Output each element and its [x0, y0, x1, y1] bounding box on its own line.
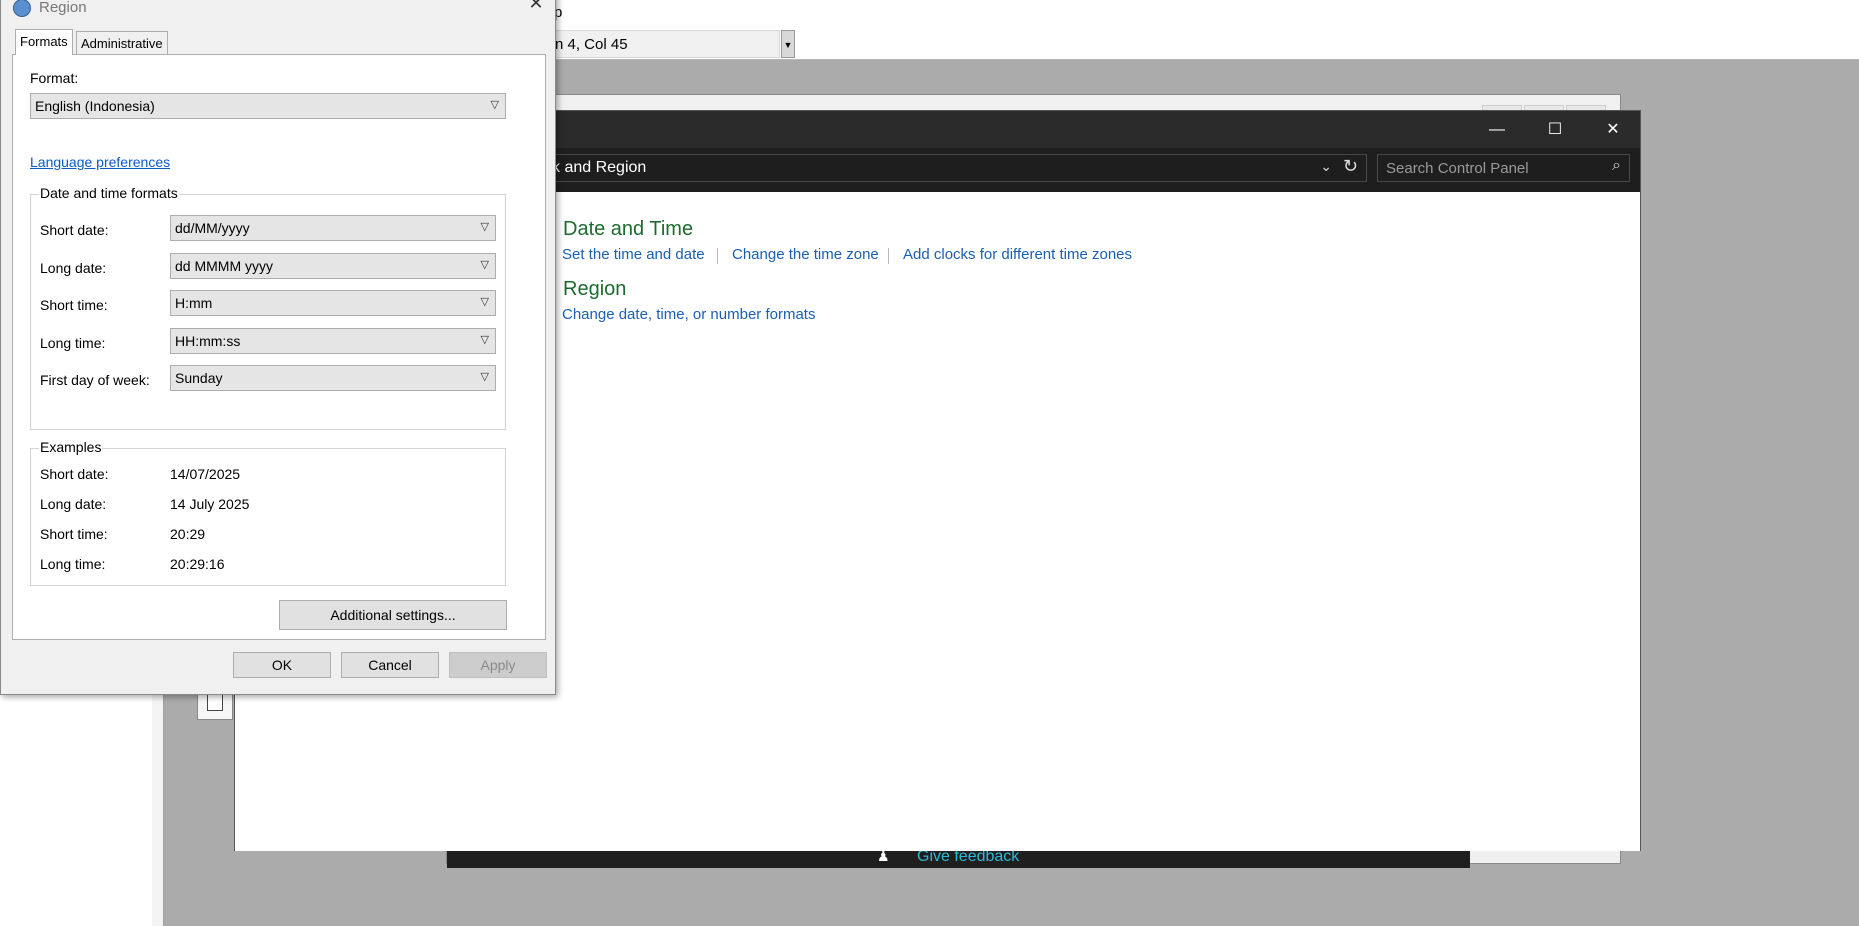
link-separator	[717, 248, 718, 264]
formats-panel: Format: English (Indonesia) ▽ Language p…	[12, 54, 546, 640]
dialog-title: Region	[39, 0, 87, 16]
example-long-date-label: Long date:	[40, 496, 107, 512]
example-long-time-label: Long time:	[40, 556, 106, 572]
region-dialog: Region ✕ Formats Administrative Format: …	[0, 0, 556, 695]
chevron-down-icon[interactable]: ⌄	[1320, 158, 1332, 175]
chevron-down-icon: ▽	[480, 259, 489, 271]
example-short-date-value: 14/07/2025	[170, 466, 241, 482]
example-long-date-value: 14 July 2025	[170, 496, 250, 512]
close-icon[interactable]: ✕	[1584, 111, 1642, 148]
long-time-label: Long time:	[40, 335, 106, 351]
example-short-time-label: Short time:	[40, 526, 108, 542]
search-input[interactable]	[1386, 158, 1596, 178]
change-formats-link[interactable]: Change date, time, or number formats	[562, 306, 815, 323]
chevron-down-icon: ▽	[480, 221, 489, 233]
short-time-label: Short time:	[40, 297, 108, 313]
address-text: ck and Region	[544, 159, 647, 176]
short-date-value: dd/MM/yyyy	[175, 220, 250, 236]
long-date-value: dd MMMM yyyy	[175, 258, 273, 274]
minimize-icon[interactable]: —	[1468, 111, 1526, 148]
link-separator	[888, 248, 889, 264]
chevron-down-icon: ▽	[490, 99, 499, 111]
status-dropdown-arrow-icon[interactable]: ▼	[781, 30, 795, 58]
short-time-select[interactable]: H:mm ▽	[170, 290, 496, 316]
date-and-time-heading[interactable]: Date and Time	[563, 218, 693, 241]
editor-status-position: n 4, Col 45	[540, 30, 780, 58]
language-preferences-link[interactable]: Language preferences	[30, 154, 170, 170]
short-date-select[interactable]: dd/MM/yyyy ▽	[170, 215, 496, 241]
tab-formats[interactable]: Formats	[15, 29, 73, 55]
format-value: English (Indonesia)	[35, 98, 155, 114]
refresh-icon[interactable]: ↻	[1343, 156, 1358, 177]
long-date-select[interactable]: dd MMMM yyyy ▽	[170, 253, 496, 279]
chevron-down-icon: ▽	[480, 371, 489, 383]
example-long-time-value: 20:29:16	[170, 556, 225, 572]
example-short-date-label: Short date:	[40, 466, 109, 482]
chevron-down-icon: ▽	[480, 296, 489, 308]
address-breadcrumb[interactable]: ck and Region ⌄ ↻	[543, 154, 1367, 182]
first-day-of-week-select[interactable]: Sunday ▽	[170, 365, 496, 391]
first-day-of-week-label: First day of week:	[40, 372, 150, 388]
group-title: Examples	[39, 439, 103, 455]
short-date-label: Short date:	[40, 222, 109, 238]
short-time-value: H:mm	[175, 295, 213, 311]
change-time-zone-link[interactable]: Change the time zone	[732, 246, 879, 263]
long-time-value: HH:mm:ss	[175, 333, 241, 349]
ok-button[interactable]: OK	[233, 652, 331, 678]
format-label: Format:	[30, 70, 79, 86]
first-day-of-week-value: Sunday	[175, 370, 223, 386]
format-select[interactable]: English (Indonesia) ▽	[30, 93, 506, 119]
examples-group: Examples Short date: 14/07/2025 Long dat…	[30, 439, 506, 586]
close-icon[interactable]: ✕	[521, 0, 551, 15]
tab-administrative[interactable]: Administrative	[76, 31, 168, 55]
maximize-icon[interactable]: ☐	[1526, 111, 1584, 148]
date-time-formats-group: Date and time formats Short date: dd/MM/…	[30, 185, 506, 430]
additional-settings-button[interactable]: Additional settings...	[279, 600, 507, 630]
set-time-and-date-link[interactable]: Set the time and date	[562, 246, 705, 263]
long-date-label: Long date:	[40, 260, 107, 276]
group-title: Date and time formats	[39, 185, 179, 201]
region-globe-icon	[13, 0, 31, 17]
region-heading[interactable]: Region	[563, 278, 626, 301]
cancel-button[interactable]: Cancel	[341, 652, 439, 678]
chevron-down-icon: ▽	[480, 334, 489, 346]
search-box[interactable]: ⌕	[1377, 154, 1630, 182]
add-clocks-link[interactable]: Add clocks for different time zones	[903, 246, 1132, 263]
apply-button[interactable]: Apply	[449, 652, 547, 678]
search-icon[interactable]: ⌕	[1612, 157, 1621, 175]
long-time-select[interactable]: HH:mm:ss ▽	[170, 328, 496, 354]
example-short-time-value: 20:29	[170, 526, 206, 542]
